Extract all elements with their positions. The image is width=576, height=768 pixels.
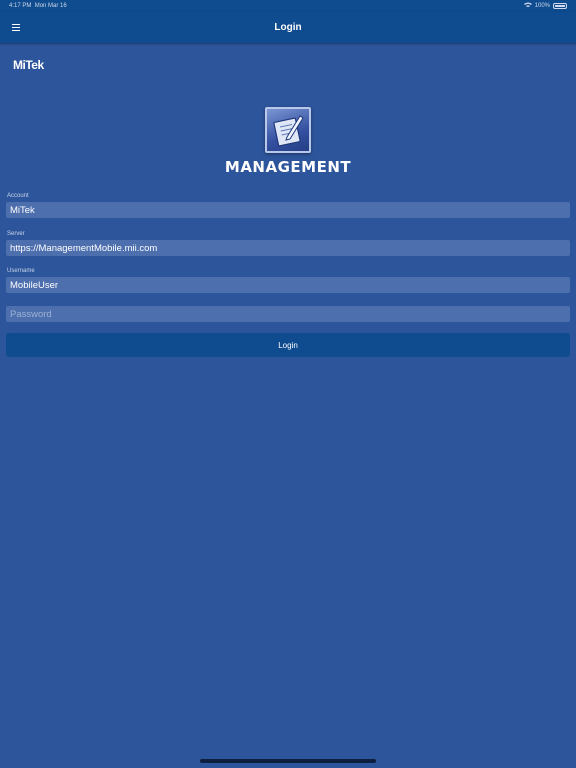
password-field[interactable] xyxy=(6,306,570,322)
username-label: Username xyxy=(7,268,35,274)
navigation-bar: Login xyxy=(0,12,576,43)
account-label: Account xyxy=(7,193,29,199)
login-button[interactable]: Login xyxy=(6,333,570,357)
server-label: Server xyxy=(7,231,25,237)
server-field[interactable] xyxy=(6,240,570,256)
status-indicators: 100% xyxy=(523,2,567,10)
page-title: Login xyxy=(274,22,302,33)
status-bar: 4:17 PM Mon Mar 16 100% xyxy=(0,0,576,12)
battery-percent: 100% xyxy=(534,3,550,9)
battery-icon xyxy=(553,3,567,9)
clipboard-pencil-icon xyxy=(265,107,311,153)
status-datetime: 4:17 PM Mon Mar 16 xyxy=(9,3,67,9)
username-field[interactable] xyxy=(6,277,570,293)
wifi-icon xyxy=(523,2,532,10)
account-field[interactable] xyxy=(6,202,570,218)
home-indicator[interactable] xyxy=(200,759,376,763)
status-time: 4:17 PM xyxy=(9,3,32,9)
status-date: Mon Mar 16 xyxy=(34,3,67,9)
brand-logo: MiTek xyxy=(13,58,44,72)
app-name: MANAGEMENT xyxy=(224,158,352,176)
